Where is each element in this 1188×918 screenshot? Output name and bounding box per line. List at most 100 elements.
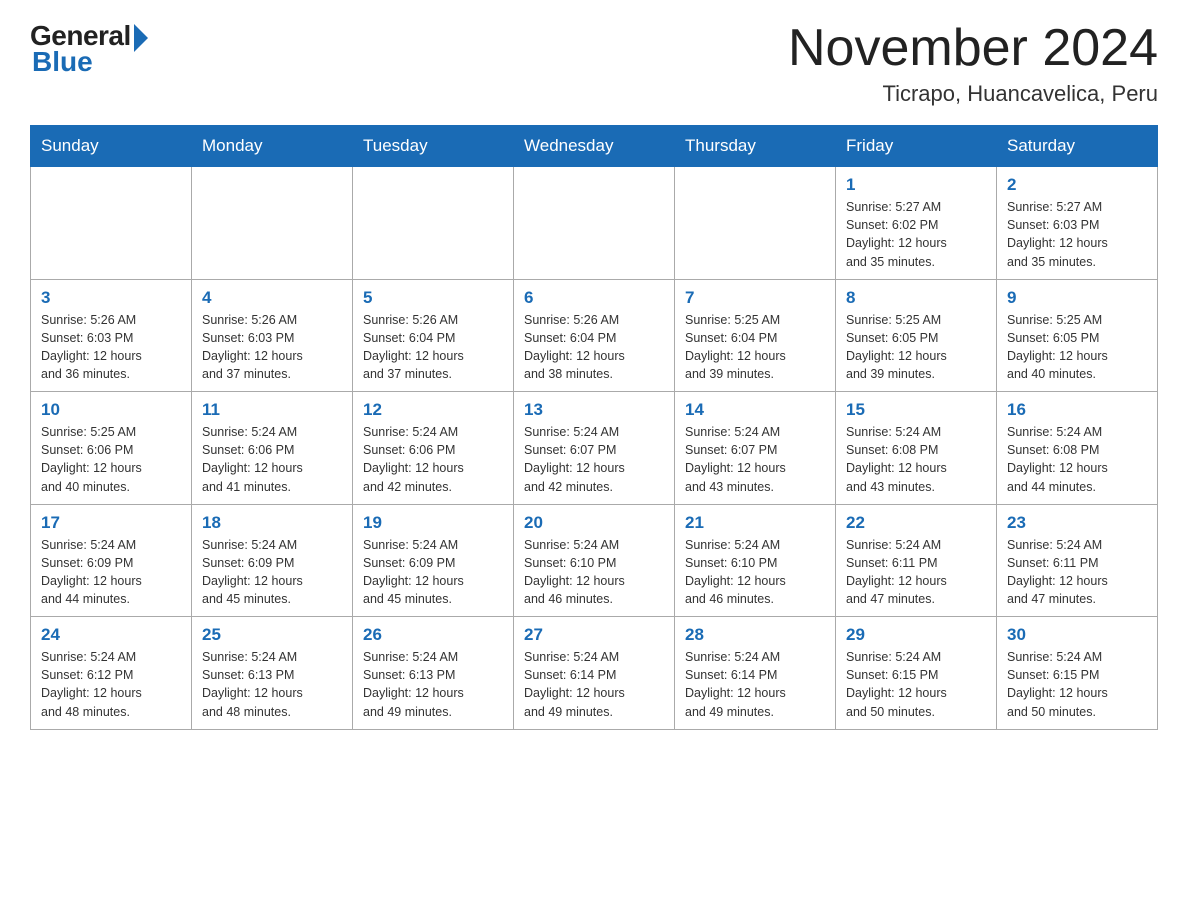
- day-info: Sunrise: 5:24 AM Sunset: 6:11 PM Dayligh…: [846, 536, 986, 609]
- day-number: 23: [1007, 513, 1147, 533]
- calendar-cell: [514, 167, 675, 280]
- day-number: 11: [202, 400, 342, 420]
- calendar-week-row: 17 Sunrise: 5:24 AM Sunset: 6:09 PM Dayli…: [31, 504, 1158, 617]
- day-number: 14: [685, 400, 825, 420]
- title-block: November 2024 Ticrapo, Huancavelica, Per…: [788, 20, 1158, 107]
- day-info: Sunrise: 5:25 AM Sunset: 6:04 PM Dayligh…: [685, 311, 825, 384]
- day-number: 18: [202, 513, 342, 533]
- day-number: 29: [846, 625, 986, 645]
- logo: General Blue: [30, 20, 148, 78]
- calendar-week-row: 3 Sunrise: 5:26 AM Sunset: 6:03 PM Daylig…: [31, 279, 1158, 392]
- calendar-cell: 26 Sunrise: 5:24 AM Sunset: 6:13 PM Dayli…: [353, 617, 514, 730]
- calendar-cell: 1 Sunrise: 5:27 AM Sunset: 6:02 PM Daylig…: [836, 167, 997, 280]
- day-number: 15: [846, 400, 986, 420]
- day-info: Sunrise: 5:24 AM Sunset: 6:13 PM Dayligh…: [202, 648, 342, 721]
- day-number: 17: [41, 513, 181, 533]
- day-number: 30: [1007, 625, 1147, 645]
- calendar-cell: 14Sunrise: 5:24 AM Sunset: 6:07 PM Dayli…: [675, 392, 836, 505]
- calendar-cell: 15 Sunrise: 5:24 AM Sunset: 6:08 PM Dayli…: [836, 392, 997, 505]
- calendar-cell: [31, 167, 192, 280]
- calendar-cell: 10Sunrise: 5:25 AM Sunset: 6:06 PM Dayli…: [31, 392, 192, 505]
- day-number: 4: [202, 288, 342, 308]
- day-info: Sunrise: 5:27 AM Sunset: 6:03 PM Dayligh…: [1007, 198, 1147, 271]
- calendar-cell: 12 Sunrise: 5:24 AM Sunset: 6:06 PM Dayli…: [353, 392, 514, 505]
- calendar-cell: 25 Sunrise: 5:24 AM Sunset: 6:13 PM Dayli…: [192, 617, 353, 730]
- day-info: Sunrise: 5:24 AM Sunset: 6:08 PM Dayligh…: [846, 423, 986, 496]
- day-info: Sunrise: 5:24 AM Sunset: 6:15 PM Dayligh…: [1007, 648, 1147, 721]
- calendar-cell: 2 Sunrise: 5:27 AM Sunset: 6:03 PM Daylig…: [997, 167, 1158, 280]
- day-info: Sunrise: 5:24 AM Sunset: 6:06 PM Dayligh…: [202, 423, 342, 496]
- day-info: Sunrise: 5:26 AM Sunset: 6:03 PM Dayligh…: [202, 311, 342, 384]
- logo-blue-text: Blue: [32, 46, 93, 78]
- calendar-cell: 7 Sunrise: 5:25 AM Sunset: 6:04 PM Daylig…: [675, 279, 836, 392]
- day-info: Sunrise: 5:24 AM Sunset: 6:09 PM Dayligh…: [202, 536, 342, 609]
- calendar-cell: [353, 167, 514, 280]
- day-number: 1: [846, 175, 986, 195]
- day-info: Sunrise: 5:24 AM Sunset: 6:14 PM Dayligh…: [685, 648, 825, 721]
- logo-arrow-icon: [134, 24, 148, 52]
- day-number: 2: [1007, 175, 1147, 195]
- calendar-cell: 19Sunrise: 5:24 AM Sunset: 6:09 PM Dayli…: [353, 504, 514, 617]
- day-number: 16: [1007, 400, 1147, 420]
- day-info: Sunrise: 5:24 AM Sunset: 6:10 PM Dayligh…: [685, 536, 825, 609]
- day-number: 12: [363, 400, 503, 420]
- weekday-header-friday: Friday: [836, 126, 997, 167]
- calendar-cell: 27 Sunrise: 5:24 AM Sunset: 6:14 PM Dayli…: [514, 617, 675, 730]
- calendar-week-row: 24Sunrise: 5:24 AM Sunset: 6:12 PM Dayli…: [31, 617, 1158, 730]
- day-number: 6: [524, 288, 664, 308]
- day-info: Sunrise: 5:24 AM Sunset: 6:15 PM Dayligh…: [846, 648, 986, 721]
- weekday-header-wednesday: Wednesday: [514, 126, 675, 167]
- month-year-title: November 2024: [788, 20, 1158, 77]
- calendar-cell: 30 Sunrise: 5:24 AM Sunset: 6:15 PM Dayli…: [997, 617, 1158, 730]
- day-info: Sunrise: 5:25 AM Sunset: 6:05 PM Dayligh…: [846, 311, 986, 384]
- day-info: Sunrise: 5:24 AM Sunset: 6:07 PM Dayligh…: [524, 423, 664, 496]
- day-info: Sunrise: 5:26 AM Sunset: 6:04 PM Dayligh…: [524, 311, 664, 384]
- day-number: 9: [1007, 288, 1147, 308]
- day-info: Sunrise: 5:25 AM Sunset: 6:06 PM Dayligh…: [41, 423, 181, 496]
- day-info: Sunrise: 5:26 AM Sunset: 6:04 PM Dayligh…: [363, 311, 503, 384]
- day-info: Sunrise: 5:24 AM Sunset: 6:08 PM Dayligh…: [1007, 423, 1147, 496]
- calendar-cell: [675, 167, 836, 280]
- day-info: Sunrise: 5:24 AM Sunset: 6:11 PM Dayligh…: [1007, 536, 1147, 609]
- calendar-cell: 3 Sunrise: 5:26 AM Sunset: 6:03 PM Daylig…: [31, 279, 192, 392]
- day-info: Sunrise: 5:25 AM Sunset: 6:05 PM Dayligh…: [1007, 311, 1147, 384]
- day-number: 27: [524, 625, 664, 645]
- calendar-cell: 13Sunrise: 5:24 AM Sunset: 6:07 PM Dayli…: [514, 392, 675, 505]
- day-number: 3: [41, 288, 181, 308]
- calendar-cell: [192, 167, 353, 280]
- calendar-cell: 23 Sunrise: 5:24 AM Sunset: 6:11 PM Dayli…: [997, 504, 1158, 617]
- calendar-week-row: 10Sunrise: 5:25 AM Sunset: 6:06 PM Dayli…: [31, 392, 1158, 505]
- calendar-cell: 20Sunrise: 5:24 AM Sunset: 6:10 PM Dayli…: [514, 504, 675, 617]
- day-number: 20: [524, 513, 664, 533]
- weekday-header-monday: Monday: [192, 126, 353, 167]
- day-info: Sunrise: 5:27 AM Sunset: 6:02 PM Dayligh…: [846, 198, 986, 271]
- day-number: 8: [846, 288, 986, 308]
- day-number: 22: [846, 513, 986, 533]
- weekday-header-row: SundayMondayTuesdayWednesdayThursdayFrid…: [31, 126, 1158, 167]
- day-number: 26: [363, 625, 503, 645]
- weekday-header-sunday: Sunday: [31, 126, 192, 167]
- calendar-cell: 6 Sunrise: 5:26 AM Sunset: 6:04 PM Daylig…: [514, 279, 675, 392]
- day-number: 24: [41, 625, 181, 645]
- day-info: Sunrise: 5:26 AM Sunset: 6:03 PM Dayligh…: [41, 311, 181, 384]
- calendar-cell: 17Sunrise: 5:24 AM Sunset: 6:09 PM Dayli…: [31, 504, 192, 617]
- weekday-header-tuesday: Tuesday: [353, 126, 514, 167]
- day-info: Sunrise: 5:24 AM Sunset: 6:06 PM Dayligh…: [363, 423, 503, 496]
- calendar-cell: 28 Sunrise: 5:24 AM Sunset: 6:14 PM Dayli…: [675, 617, 836, 730]
- day-number: 7: [685, 288, 825, 308]
- day-number: 19: [363, 513, 503, 533]
- weekday-header-saturday: Saturday: [997, 126, 1158, 167]
- page-header: General Blue November 2024 Ticrapo, Huan…: [30, 20, 1158, 107]
- calendar-cell: 11 Sunrise: 5:24 AM Sunset: 6:06 PM Dayli…: [192, 392, 353, 505]
- day-number: 5: [363, 288, 503, 308]
- day-number: 25: [202, 625, 342, 645]
- day-info: Sunrise: 5:24 AM Sunset: 6:14 PM Dayligh…: [524, 648, 664, 721]
- weekday-header-thursday: Thursday: [675, 126, 836, 167]
- day-number: 28: [685, 625, 825, 645]
- calendar-cell: 5 Sunrise: 5:26 AM Sunset: 6:04 PM Daylig…: [353, 279, 514, 392]
- day-info: Sunrise: 5:24 AM Sunset: 6:13 PM Dayligh…: [363, 648, 503, 721]
- calendar-cell: 4 Sunrise: 5:26 AM Sunset: 6:03 PM Daylig…: [192, 279, 353, 392]
- calendar-cell: 24Sunrise: 5:24 AM Sunset: 6:12 PM Dayli…: [31, 617, 192, 730]
- calendar-cell: 18 Sunrise: 5:24 AM Sunset: 6:09 PM Dayli…: [192, 504, 353, 617]
- calendar-week-row: 1 Sunrise: 5:27 AM Sunset: 6:02 PM Daylig…: [31, 167, 1158, 280]
